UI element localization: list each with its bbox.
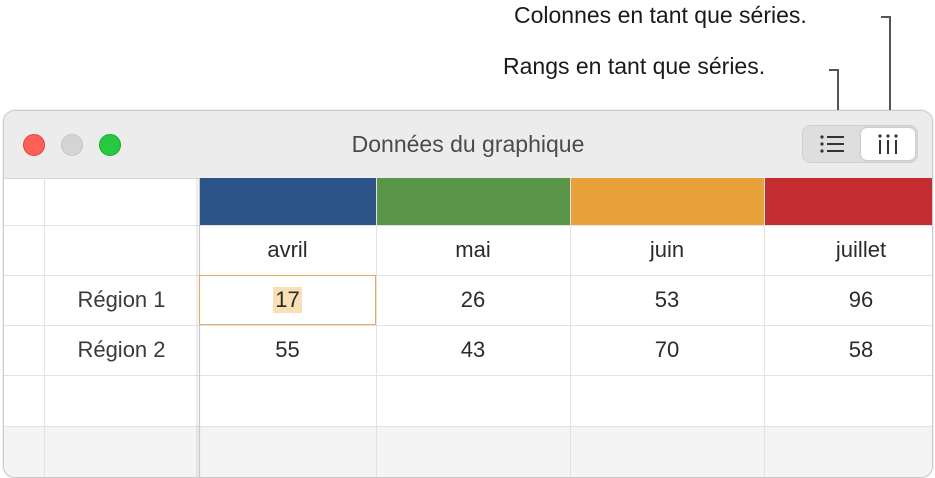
column-header-avril[interactable]: avril (199, 225, 376, 275)
series-color-juillet[interactable] (764, 178, 932, 225)
columns-as-series-button[interactable] (861, 128, 915, 160)
column-header-juillet[interactable]: juillet (764, 225, 932, 275)
table-cell[interactable]: 55 (199, 325, 376, 375)
titlebar: Données du graphique (4, 111, 932, 179)
cell-value: 17 (273, 287, 302, 313)
data-table: avril mai juin juillet Région 1 17 26 53… (4, 178, 932, 477)
series-color-avril[interactable] (199, 178, 376, 225)
callout-columns-as-series: Colonnes en tant que séries. (514, 2, 807, 28)
column-header-mai[interactable]: mai (376, 225, 570, 275)
table-cell[interactable]: 70 (570, 325, 764, 375)
table-cell[interactable]: 26 (376, 275, 570, 325)
rows-as-series-button[interactable] (805, 128, 859, 160)
row-header-region-1[interactable]: Région 1 (44, 275, 199, 325)
series-color-mai[interactable] (376, 178, 570, 225)
callout-rows-as-series: Rangs en tant que séries. (503, 53, 766, 79)
grid-line (4, 426, 932, 427)
chart-data-window: Données du graphique avril mai juin juil… (3, 110, 933, 478)
table-cell[interactable]: 96 (764, 275, 932, 325)
series-toggle (802, 125, 918, 163)
columns-icon (878, 134, 898, 154)
row-header-region-2[interactable]: Région 2 (44, 325, 199, 375)
list-icon (820, 135, 844, 153)
table-cell[interactable]: 53 (570, 275, 764, 325)
table-cell[interactable]: 58 (764, 325, 932, 375)
series-color-juin[interactable] (570, 178, 764, 225)
table-cell-selected[interactable]: 17 (199, 275, 376, 325)
grid-line (4, 375, 932, 376)
empty-row-band (4, 426, 932, 477)
column-header-juin[interactable]: juin (570, 225, 764, 275)
window-title: Données du graphique (351, 131, 585, 157)
table-cell[interactable]: 43 (376, 325, 570, 375)
